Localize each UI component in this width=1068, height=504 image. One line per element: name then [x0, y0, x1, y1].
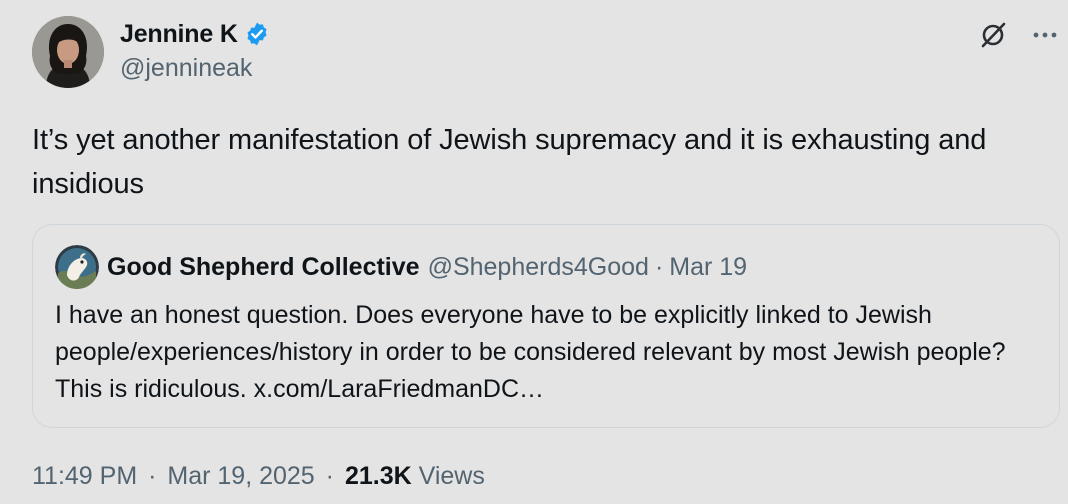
tweet-date[interactable]: Mar 19, 2025: [167, 462, 314, 490]
quoted-tweet[interactable]: Good Shepherd Collective @Shepherds4Good…: [32, 224, 1060, 428]
author-handle[interactable]: @jennineak: [120, 54, 270, 83]
quote-author-name[interactable]: Good Shepherd Collective: [107, 253, 420, 282]
verified-badge-icon[interactable]: [244, 21, 270, 47]
name-row: Jennine K: [120, 18, 270, 50]
author-name[interactable]: Jennine K: [120, 20, 238, 49]
author-avatar[interactable]: [32, 16, 104, 88]
quote-header: Good Shepherd Collective @Shepherds4Good…: [55, 245, 747, 289]
tweet-time[interactable]: 11:49 PM: [32, 462, 137, 490]
profile-photo: [32, 16, 104, 88]
grok-icon[interactable]: [978, 20, 1008, 50]
meta-separator: ·: [148, 462, 157, 490]
author-header: Jennine K @jennineak: [120, 18, 270, 83]
quote-author-handle[interactable]: @Shepherds4Good: [428, 253, 649, 282]
quote-avatar-image: [55, 245, 99, 289]
quote-avatar[interactable]: [55, 245, 99, 289]
views-count[interactable]: 21.3K: [345, 462, 412, 490]
tweet: Jennine K @jennineak It’s yet another ma…: [0, 0, 1068, 504]
quote-separator: ·: [654, 252, 664, 281]
top-actions: [978, 20, 1060, 50]
more-options-icon[interactable]: [1030, 20, 1060, 50]
quote-date[interactable]: Mar 19: [669, 253, 747, 282]
tweet-meta: 11:49 PM · Mar 19, 2025 · 21.3K Views: [32, 462, 485, 491]
meta-separator: ·: [325, 462, 334, 490]
tweet-text: It’s yet another manifestation of Jewish…: [32, 124, 987, 200]
quote-text: I have an honest question. Does everyone…: [55, 301, 1006, 403]
views-label: Views: [418, 462, 485, 490]
